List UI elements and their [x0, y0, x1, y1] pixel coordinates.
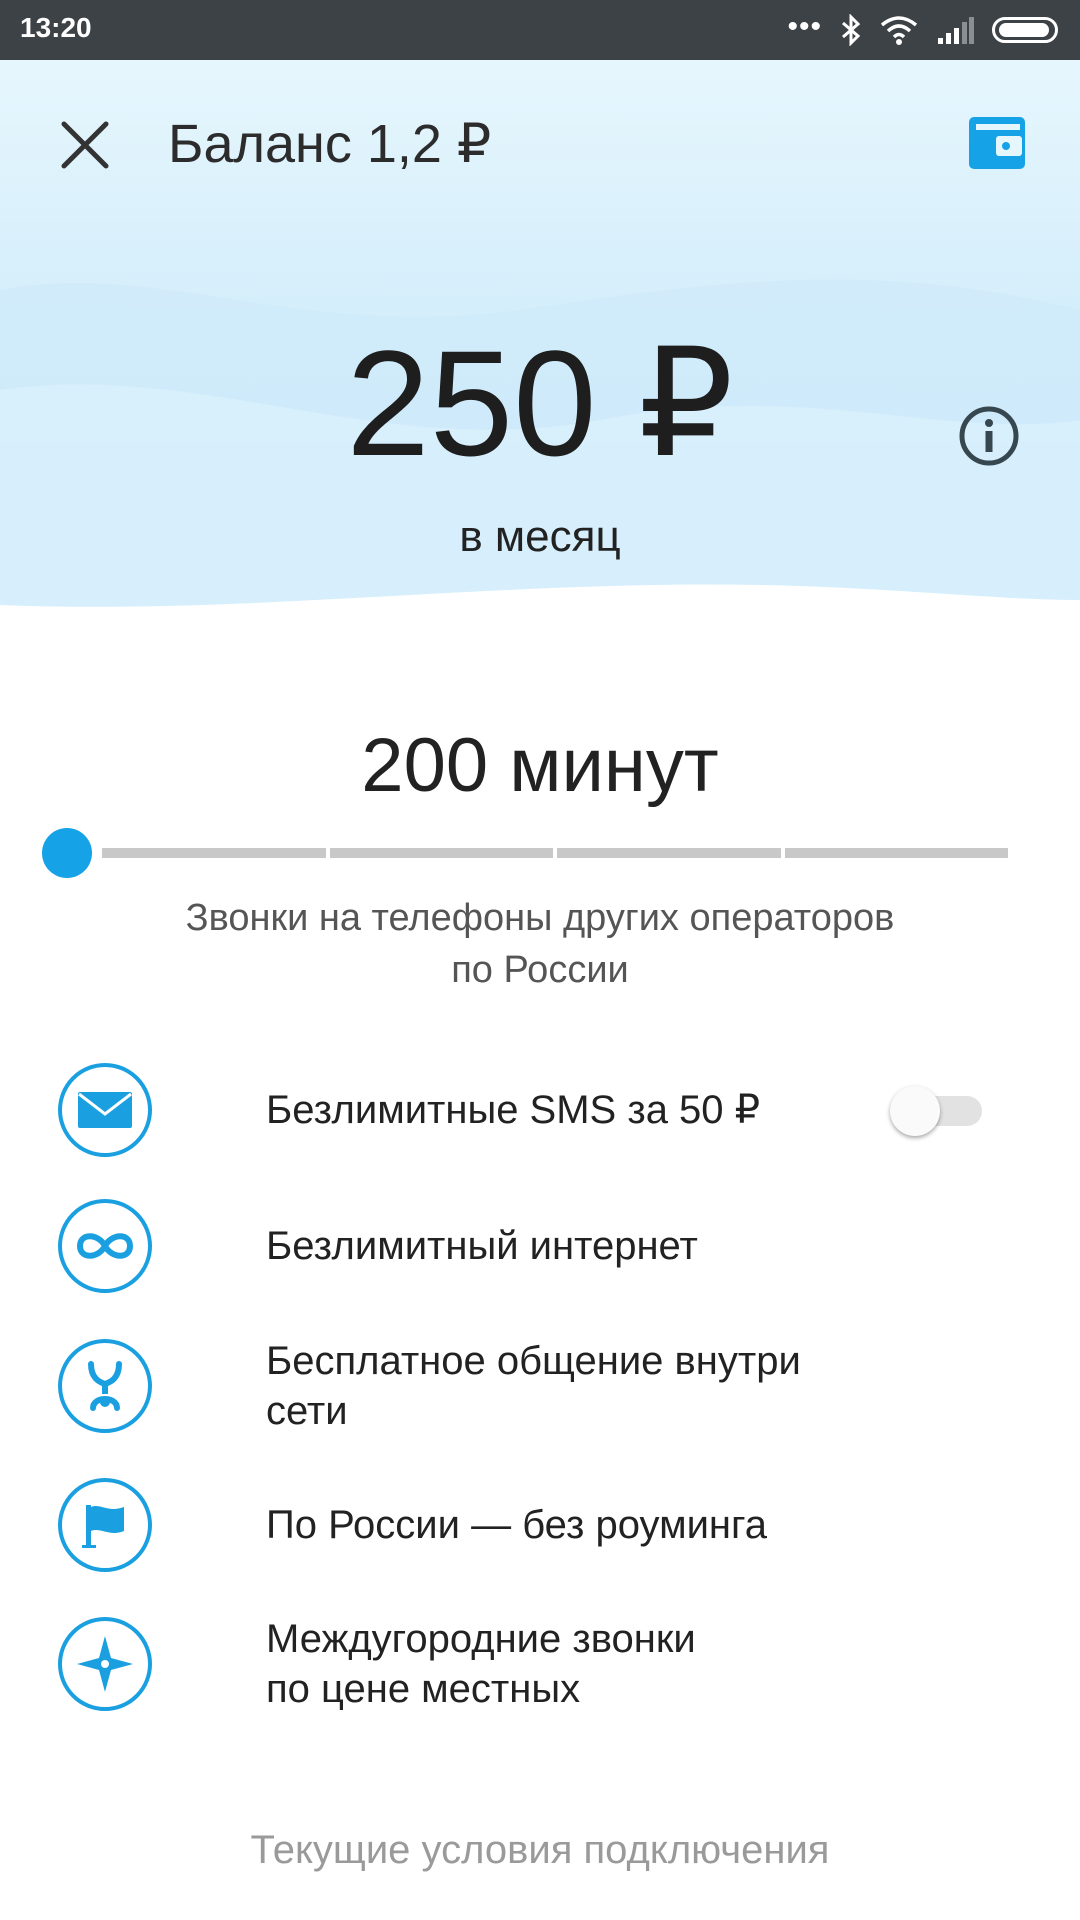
signal-icon [938, 17, 974, 44]
wifi-icon [880, 16, 918, 45]
feature-free-in-network: Бесплатное общение внутри сети [58, 1336, 1038, 1436]
flag-icon [82, 1505, 124, 1548]
tariff-header: Баланс 1,2 ₽ 250 ₽ в месяц [0, 60, 1080, 630]
feature-icon-circle [58, 1063, 152, 1157]
feature-label: Безлимитный интернет [266, 1224, 698, 1268]
balance-title: Баланс 1,2 ₽ [168, 114, 492, 174]
more-notifications-icon: ••• [787, 10, 822, 43]
minutes-value: 200 минут [361, 723, 719, 808]
info-icon [959, 406, 1019, 466]
feature-icon-circle [58, 1199, 152, 1293]
price-period: в месяц [459, 512, 621, 561]
tariff-price: 250 ₽ [346, 319, 734, 487]
wallet-icon [969, 117, 1025, 169]
feature-icon-circle [58, 1617, 152, 1711]
slider-segment [102, 848, 326, 858]
battery-icon [992, 17, 1058, 43]
feature-label-line2: по цене местных [266, 1667, 581, 1711]
feature-icon-circle [58, 1339, 152, 1433]
feature-unlimited-internet: Безлимитный интернет [58, 1199, 1038, 1293]
feature-long-distance-calls: Междугородние звонки по цене местных [58, 1614, 1038, 1714]
infinity-icon [76, 1233, 134, 1259]
slider-thumb[interactable] [42, 828, 92, 878]
sms-toggle[interactable] [890, 1086, 986, 1136]
status-icons: ••• [787, 10, 1058, 50]
slider-segment [784, 848, 1008, 858]
feature-label-line1: Междугородние звонки [266, 1617, 696, 1661]
bluetooth-icon [842, 14, 861, 46]
info-button[interactable] [958, 405, 1020, 467]
feature-no-roaming: По России — без роуминга [58, 1478, 1038, 1572]
wallet-button[interactable] [968, 116, 1026, 170]
slider-track[interactable] [102, 848, 1008, 858]
minutes-description-line2: по России [451, 949, 629, 991]
feature-label: Междугородние звонки по цене местных [266, 1614, 696, 1714]
feature-label-line1: Бесплатное общение внутри [266, 1339, 801, 1383]
feature-label-line2: сети [266, 1389, 348, 1433]
envelope-icon [78, 1092, 132, 1128]
slider-segment [329, 848, 553, 858]
minutes-description: Звонки на телефоны других операторов по … [0, 892, 1080, 996]
feature-label: Бесплатное общение внутри сети [266, 1336, 801, 1436]
feature-label: По России — без роуминга [266, 1503, 767, 1547]
compass-icon [77, 1636, 133, 1692]
connection-terms-link[interactable]: Текущие условия подключения [0, 1828, 1080, 1873]
status-bar: 13:20 ••• [0, 0, 1080, 60]
minutes-description-line1: Звонки на телефоны других операторов [185, 897, 895, 939]
feature-icon-circle [58, 1478, 152, 1572]
slider-segment [557, 848, 781, 858]
status-time: 13:20 [20, 12, 92, 43]
yota-logo-icon [88, 1361, 122, 1411]
close-button[interactable] [58, 118, 112, 172]
toggle-knob[interactable] [890, 1086, 940, 1136]
minutes-slider[interactable] [40, 828, 1010, 878]
close-icon [61, 121, 109, 169]
feature-label: Безлимитные SMS за 50 ₽ [266, 1088, 761, 1132]
